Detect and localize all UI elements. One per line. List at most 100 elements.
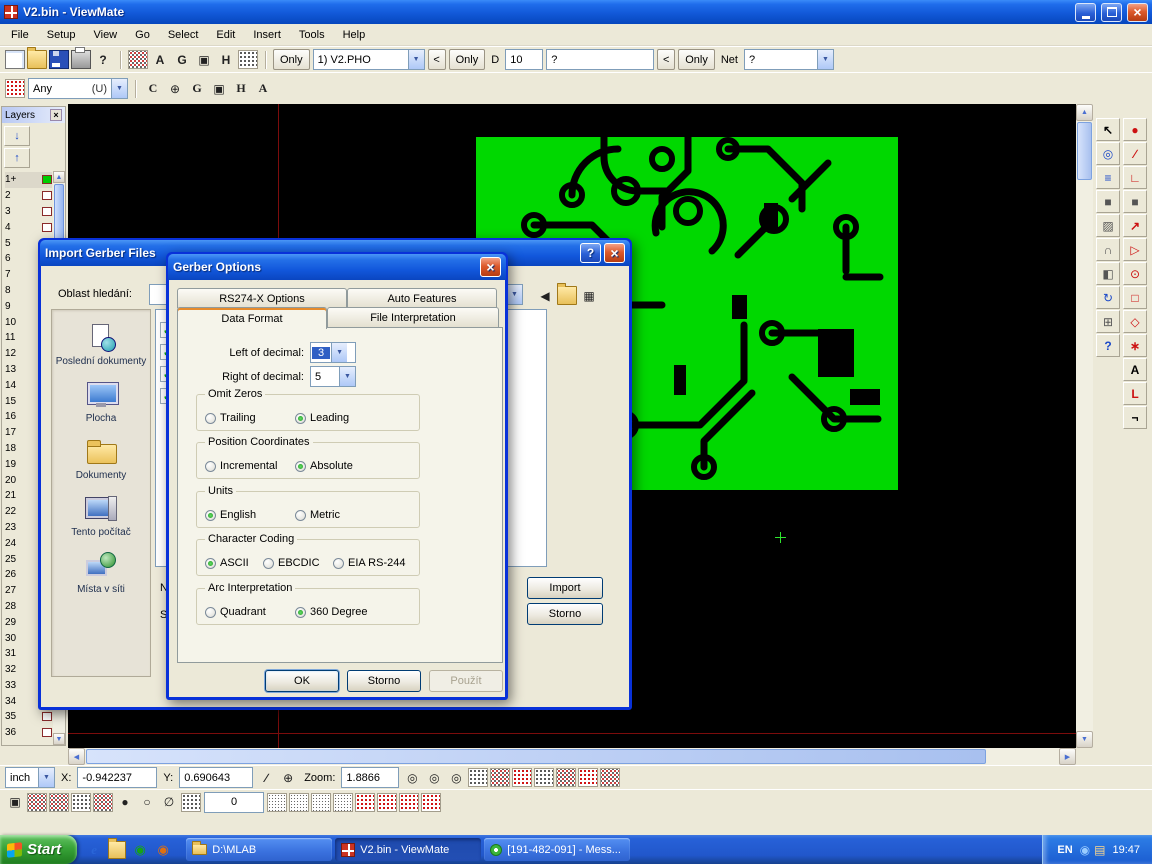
radio-absolute[interactable]: Absolute (295, 460, 353, 472)
menu-item-file[interactable]: File (2, 26, 38, 44)
hole-filter-icon[interactable]: H (231, 79, 251, 98)
layers-stack-icon[interactable]: ≡ (1096, 166, 1120, 189)
circle-off-icon[interactable]: ○ (137, 793, 157, 812)
menu-item-view[interactable]: View (84, 26, 126, 44)
place-recent-documents[interactable]: Poslední dokumenty (52, 323, 150, 367)
chevron-down-icon[interactable] (408, 50, 424, 69)
layer-row[interactable]: 36 (5, 725, 52, 741)
gerber-options-titlebar[interactable]: Gerber Options (168, 254, 506, 280)
red-select-3-icon[interactable] (399, 793, 419, 812)
layer-color-box[interactable] (42, 712, 52, 721)
zoom-out-icon[interactable]: ◎ (402, 768, 422, 787)
jumper-icon[interactable]: ¬ (1123, 406, 1147, 429)
ok-button[interactable]: OK (265, 670, 339, 692)
layer-row[interactable]: 2 (5, 188, 52, 204)
browser-shortcut-icon[interactable]: ◉ (154, 841, 172, 859)
zoom-in-icon[interactable]: ◎ (424, 768, 444, 787)
zoom-region-icon[interactable]: ◎ (1096, 142, 1120, 165)
step-repeat-icon[interactable]: ⊞ (1096, 310, 1120, 333)
title-bar[interactable]: V2.bin - ViewMate (0, 0, 1152, 24)
radio-english[interactable]: English (205, 509, 295, 521)
mirror-icon[interactable]: ◧ (1096, 262, 1120, 285)
statistics-icon[interactable] (238, 50, 258, 69)
dot-grid-3-icon[interactable] (311, 793, 331, 812)
save-file-icon[interactable] (49, 50, 69, 69)
help-icon[interactable] (580, 243, 601, 263)
grid-d-icon[interactable] (534, 768, 554, 787)
layer-filter-combo[interactable]: 1) V2.PHO (313, 49, 425, 70)
tab-file-interpretation[interactable]: File Interpretation (327, 307, 499, 327)
rotate-icon[interactable]: ↻ (1096, 286, 1120, 309)
only-dcode-toggle[interactable]: Only (449, 49, 486, 70)
select-filter-icon[interactable] (5, 79, 25, 98)
red-select-1-icon[interactable] (355, 793, 375, 812)
previous-layer-button[interactable]: < (428, 49, 446, 70)
radio-quadrant[interactable]: Quadrant (205, 606, 295, 618)
insert-text-icon[interactable]: A (1123, 358, 1147, 381)
dcode-filter-field[interactable]: 10 (505, 49, 543, 70)
draw-polygon-icon[interactable]: ◇ (1123, 310, 1147, 333)
arc-mode-icon[interactable]: ∩ (1096, 238, 1120, 261)
scrollbar-thumb[interactable] (86, 749, 986, 764)
menu-item-select[interactable]: Select (159, 26, 208, 44)
draw-arrow-icon[interactable]: ↗ (1123, 214, 1147, 237)
tab-auto-features[interactable]: Auto Features (347, 288, 497, 308)
scroll-down-icon[interactable] (1076, 731, 1093, 748)
close-icon[interactable] (1127, 3, 1148, 22)
goto-icon[interactable]: G (172, 50, 192, 69)
grid-c-icon[interactable] (512, 768, 532, 787)
menu-item-insert[interactable]: Insert (244, 26, 290, 44)
layer-color-box[interactable] (42, 207, 52, 216)
close-icon[interactable] (50, 109, 62, 121)
film-4-icon[interactable] (93, 793, 113, 812)
close-icon[interactable] (480, 257, 501, 277)
aperture-none-icon[interactable]: ∅ (159, 793, 179, 812)
aperture-list-icon[interactable]: A (150, 50, 170, 69)
scroll-up-icon[interactable] (53, 171, 65, 183)
place-my-computer[interactable]: Tento počítač (52, 494, 150, 538)
scroll-up-icon[interactable] (1076, 104, 1093, 121)
menu-item-help[interactable]: Help (334, 26, 375, 44)
radio-leading[interactable]: Leading (295, 412, 349, 424)
menu-item-go[interactable]: Go (126, 26, 159, 44)
chevron-down-icon[interactable] (38, 768, 54, 787)
zoom-fit-icon[interactable]: ◎ (446, 768, 466, 787)
open-file-icon[interactable] (27, 50, 47, 69)
layers-panel-header[interactable]: Layers (2, 107, 65, 123)
film-2-icon[interactable] (49, 793, 69, 812)
aperture-filter-icon[interactable]: A (253, 79, 273, 98)
show-desktop-icon[interactable]: ◉ (131, 841, 149, 859)
grid-toggle-icon[interactable] (181, 793, 201, 812)
task-mlab-folder[interactable]: D:\MLAB (186, 838, 332, 861)
menu-item-edit[interactable]: Edit (207, 26, 244, 44)
draw-rect-icon[interactable]: □ (1123, 286, 1147, 309)
horizontal-scrollbar[interactable] (68, 748, 1076, 765)
layer-color-box[interactable] (42, 175, 52, 184)
print-icon[interactable] (71, 50, 91, 69)
layer-color-box[interactable] (42, 223, 52, 232)
fill-mode-icon[interactable]: ■ (1096, 190, 1120, 213)
draw-triangle-icon[interactable]: ▷ (1123, 238, 1147, 261)
active-dcode-field[interactable]: 0 (204, 792, 264, 813)
tab-rs274x-options[interactable]: RS274-X Options (177, 288, 347, 308)
storno-button[interactable]: Storno (527, 603, 603, 625)
radio-eia-rs244[interactable]: EIA RS-244 (333, 557, 405, 569)
red-select-2-icon[interactable] (377, 793, 397, 812)
grid-e-icon[interactable] (556, 768, 576, 787)
layer-row[interactable]: 3 (5, 204, 52, 220)
hatch-mode-icon[interactable]: ▨ (1096, 214, 1120, 237)
folder-shortcut-icon[interactable] (108, 841, 126, 859)
film-3-icon[interactable] (71, 793, 91, 812)
context-help-icon[interactable]: ? (93, 50, 113, 69)
task-message-window[interactable]: [191-482-091] - Mess... (484, 838, 630, 861)
draw-point-icon[interactable]: ● (1123, 118, 1147, 141)
language-indicator[interactable]: EN (1057, 844, 1072, 856)
move-layer-up-icon[interactable]: ↑ (4, 148, 30, 168)
dot-grid-4-icon[interactable] (333, 793, 353, 812)
close-icon[interactable] (604, 243, 625, 263)
move-layer-down-icon[interactable]: ↓ (4, 126, 30, 146)
grid-b-icon[interactable] (490, 768, 510, 787)
radio-incremental[interactable]: Incremental (205, 460, 295, 472)
scroll-right-icon[interactable] (1059, 748, 1076, 765)
views-icon[interactable]: ▦ (579, 286, 599, 305)
